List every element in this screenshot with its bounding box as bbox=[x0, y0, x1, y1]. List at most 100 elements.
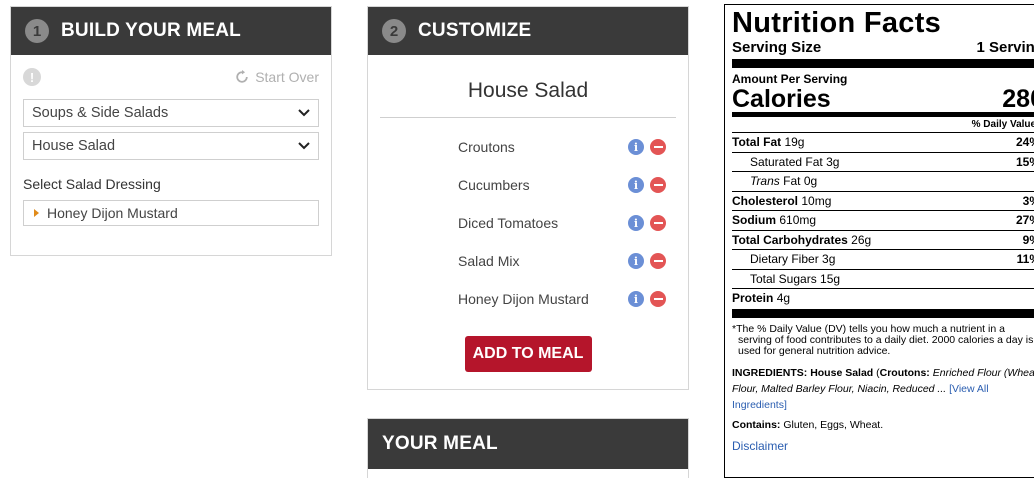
customize-panel: 2 CUSTOMIZE House Salad Croutons i Cucum… bbox=[367, 6, 689, 390]
your-meal-header: YOUR MEAL bbox=[368, 419, 688, 469]
info-icon[interactable]: i bbox=[628, 253, 644, 269]
nutrient-pct: 11% bbox=[1016, 252, 1034, 266]
nutrient-label: Trans bbox=[750, 174, 780, 188]
nutrient-amount: 19g bbox=[784, 135, 805, 149]
nutrient-row-carbohydrates: Total Carbohydrates 26g 9% bbox=[732, 231, 1034, 250]
contains-label: Contains: bbox=[732, 418, 781, 431]
daily-value-note-text: *The % Daily Value (DV) tells you how mu… bbox=[732, 322, 1034, 357]
calories-label: Calories bbox=[732, 85, 831, 113]
ingredient-name: Cucumbers bbox=[458, 177, 530, 193]
nutrient-pct: 9% bbox=[1022, 232, 1034, 247]
ingredient-row: Diced Tomatoes i bbox=[368, 204, 688, 242]
nutrient-label: Total Sugars bbox=[750, 271, 817, 286]
serving-size-label: Serving Size bbox=[732, 39, 822, 56]
ingredient-row: Cucumbers i bbox=[368, 166, 688, 204]
nutrient-pct: 3% bbox=[1022, 193, 1034, 208]
nutrient-row-fiber: Dietary Fiber 3g 11% bbox=[732, 250, 1034, 270]
step-number-badge: 1 bbox=[25, 19, 49, 43]
disclaimer-link[interactable]: Disclaimer bbox=[732, 439, 1034, 453]
nutrient-label: Protein bbox=[732, 291, 774, 305]
info-icon[interactable]: i bbox=[628, 139, 644, 155]
nutrient-row-sugars: Total Sugars 15g bbox=[732, 270, 1034, 289]
nutrition-facts-label: Nutrition Facts Serving Size 1 Serving A… bbox=[724, 4, 1034, 478]
nutrient-amount: 610mg bbox=[779, 213, 817, 227]
daily-value-header: % Daily Value* bbox=[732, 117, 1034, 133]
dressing-option[interactable]: Honey Dijon Mustard bbox=[23, 200, 319, 226]
amount-per-serving: Amount Per Serving bbox=[732, 72, 848, 86]
calories-value: 280 bbox=[1002, 85, 1034, 113]
info-icon[interactable]: i bbox=[628, 177, 644, 193]
ingredient-name: Salad Mix bbox=[458, 253, 520, 269]
nutrient-pct: 24% bbox=[1015, 135, 1034, 149]
nutrient-row-cholesterol: Cholesterol 10mg 3% bbox=[732, 192, 1034, 211]
category-select[interactable]: Soups & Side Salads bbox=[23, 99, 319, 127]
nutrient-amount: Fat 0g bbox=[783, 174, 818, 188]
remove-icon[interactable] bbox=[650, 215, 666, 231]
chevron-down-icon bbox=[298, 109, 310, 117]
add-to-meal-button[interactable]: ADD TO MEAL bbox=[464, 336, 592, 372]
info-icon[interactable]: i bbox=[628, 291, 644, 307]
remove-icon[interactable] bbox=[650, 139, 666, 155]
nutrient-amount: 4g bbox=[776, 291, 791, 305]
nutrient-label: Total Fat bbox=[732, 135, 782, 149]
nutrient-row-trans-fat: Trans Fat 0g bbox=[732, 172, 1034, 192]
remove-icon[interactable] bbox=[650, 253, 666, 269]
nutrient-row-protein: Protein 4g bbox=[732, 289, 1034, 309]
nutrient-amount: 10mg bbox=[801, 193, 832, 208]
nutrient-label: Cholesterol bbox=[732, 193, 799, 208]
customize-panel-title: CUSTOMIZE bbox=[418, 20, 532, 41]
start-over-label: Start Over bbox=[255, 69, 319, 85]
serving-size-row: Serving Size 1 Serving bbox=[732, 39, 1034, 59]
ingredients-item: House Salad bbox=[810, 366, 874, 379]
ingredient-name: Honey Dijon Mustard bbox=[458, 291, 589, 307]
contains-text: Gluten, Eggs, Wheat. bbox=[783, 418, 884, 431]
nutrient-label: Total Carbohydrates bbox=[732, 232, 848, 247]
step-number-badge: 2 bbox=[382, 19, 406, 43]
ingredient-name: Croutons bbox=[458, 139, 515, 155]
nutrient-amount: 15g bbox=[820, 271, 841, 286]
remove-icon[interactable] bbox=[650, 177, 666, 193]
ingredient-row: Croutons i bbox=[368, 128, 688, 166]
build-your-meal-panel: 1 BUILD YOUR MEAL ! Start Over Soups & S… bbox=[10, 6, 332, 256]
nutrient-amount: 3g bbox=[822, 252, 836, 266]
build-panel-header: 1 BUILD YOUR MEAL bbox=[11, 7, 331, 55]
nutrient-label: Saturated Fat bbox=[750, 154, 823, 169]
nutrient-row-total-fat: Total Fat 19g 24% bbox=[732, 133, 1034, 153]
dressing-value: Honey Dijon Mustard bbox=[47, 205, 178, 221]
category-select-value: Soups & Side Salads bbox=[32, 105, 169, 121]
nutrient-row-saturated-fat: Saturated Fat 3g 15% bbox=[732, 153, 1034, 172]
allergen-statement: Contains: Gluten, Eggs, Wheat. bbox=[732, 419, 1034, 431]
caret-right-icon bbox=[34, 209, 39, 217]
ingredient-list: Croutons i Cucumbers i Diced Tomatoes i … bbox=[368, 118, 688, 318]
info-icon[interactable]: i bbox=[628, 215, 644, 231]
ingredient-name: Diced Tomatoes bbox=[458, 215, 559, 231]
start-over-button[interactable]: Start Over bbox=[235, 69, 319, 85]
item-select[interactable]: House Salad bbox=[23, 132, 319, 160]
chevron-down-icon bbox=[298, 142, 310, 150]
divider bbox=[732, 59, 1034, 68]
your-meal-panel: YOUR MEAL bbox=[367, 418, 689, 478]
build-panel-title: BUILD YOUR MEAL bbox=[61, 20, 241, 41]
nutrient-amount: 3g bbox=[826, 154, 840, 169]
calories-row: Calories 280 bbox=[732, 86, 1034, 112]
nutrient-amount: 26g bbox=[851, 232, 872, 247]
remove-icon[interactable] bbox=[650, 291, 666, 307]
ingredient-row: Honey Dijon Mustard i bbox=[368, 280, 688, 318]
selected-item-title: House Salad bbox=[467, 79, 589, 102]
info-icon[interactable]: ! bbox=[23, 68, 41, 86]
daily-value-note: *The % Daily Value (DV) tells you how mu… bbox=[732, 322, 1034, 357]
nutrition-title: Nutrition Facts bbox=[732, 7, 942, 39]
nutrient-row-sodium: Sodium 610mg 27% bbox=[732, 211, 1034, 231]
nutrient-label: Dietary Fiber bbox=[750, 252, 819, 266]
nutrient-pct: 27% bbox=[1015, 213, 1034, 227]
serving-size-value: 1 Serving bbox=[976, 39, 1034, 56]
ingredients-label: INGREDIENTS: bbox=[732, 366, 808, 379]
divider bbox=[732, 308, 1034, 318]
ingredient-row: Salad Mix i bbox=[368, 242, 688, 280]
nutrient-pct: 15% bbox=[1015, 154, 1034, 169]
item-select-value: House Salad bbox=[32, 138, 116, 154]
ingredients-statement: INGREDIENTS: House Salad (Croutons: Enri… bbox=[732, 365, 1034, 413]
refresh-icon bbox=[236, 70, 248, 83]
customize-panel-header: 2 CUSTOMIZE bbox=[368, 7, 688, 55]
dressing-label: Select Salad Dressing bbox=[23, 176, 161, 192]
